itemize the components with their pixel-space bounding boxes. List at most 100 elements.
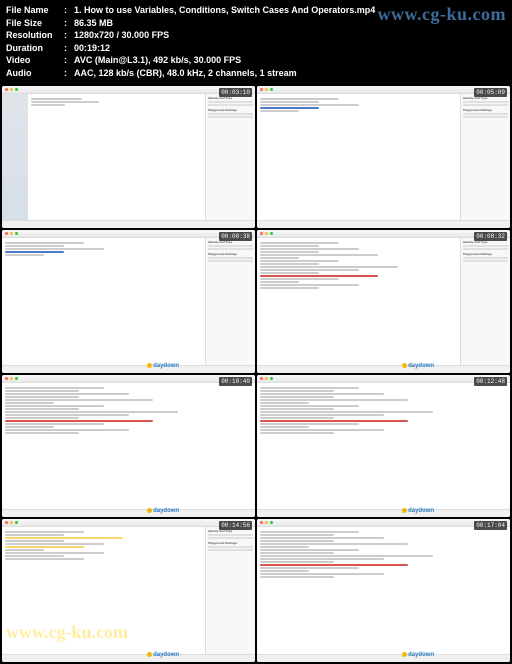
- window-titlebar: [257, 375, 510, 383]
- window-titlebar: [2, 86, 255, 94]
- window-body: [2, 383, 255, 510]
- resolution-value: 1280x720 / 30.000 FPS: [74, 29, 169, 42]
- thumbnail-1[interactable]: Identity and Type Playground Settings 00…: [2, 86, 255, 229]
- watermark-bottom: www.cg-ku.com: [6, 622, 128, 643]
- daydown-watermark: daydown: [147, 652, 179, 658]
- close-icon[interactable]: [260, 377, 263, 380]
- timestamp-badge: 00:17:04: [474, 521, 507, 530]
- daydown-watermark: daydown: [402, 652, 434, 658]
- inspector-panel: Identity and Type Playground Settings: [205, 94, 255, 221]
- navigator-sidebar: [2, 94, 28, 221]
- maximize-icon[interactable]: [15, 377, 18, 380]
- window-titlebar: [257, 86, 510, 94]
- minimize-icon[interactable]: [10, 88, 13, 91]
- thumbnail-2[interactable]: Identity and Type Playground Settings 00…: [257, 86, 510, 229]
- audio-value: AAC, 128 kb/s (CBR), 48.0 kHz, 2 channel…: [74, 67, 297, 80]
- filesize-label: File Size: [6, 17, 64, 30]
- window-body: Identity and Type Playground Settings: [257, 238, 510, 365]
- close-icon[interactable]: [5, 377, 8, 380]
- close-icon[interactable]: [260, 88, 263, 91]
- debug-console: [2, 509, 255, 517]
- minimize-icon[interactable]: [10, 232, 13, 235]
- minimize-icon[interactable]: [10, 521, 13, 524]
- timestamp-badge: 00:08:38: [219, 232, 252, 241]
- window-titlebar: [2, 519, 255, 527]
- close-icon[interactable]: [5, 521, 8, 524]
- traffic-lights: [5, 377, 18, 380]
- traffic-lights: [260, 377, 273, 380]
- maximize-icon[interactable]: [270, 521, 273, 524]
- duration-value: 00:19:12: [74, 42, 110, 55]
- timestamp-badge: 00:03:10: [219, 88, 252, 97]
- timestamp-badge: 00:10:40: [219, 377, 252, 386]
- editor-area: [257, 383, 510, 510]
- maximize-icon[interactable]: [15, 88, 18, 91]
- close-icon[interactable]: [260, 232, 263, 235]
- thumbnail-6[interactable]: 00:12:48 daydown: [257, 375, 510, 518]
- editor-area: [257, 238, 460, 365]
- audio-label: Audio: [6, 67, 64, 80]
- daydown-watermark: daydown: [402, 363, 434, 369]
- minimize-icon[interactable]: [265, 232, 268, 235]
- maximize-icon[interactable]: [15, 521, 18, 524]
- traffic-lights: [5, 232, 18, 235]
- watermark-top: www.cg-ku.com: [378, 2, 507, 27]
- minimize-icon[interactable]: [265, 521, 268, 524]
- debug-console: [257, 654, 510, 662]
- debug-console: [2, 654, 255, 662]
- editor-area: [2, 238, 205, 365]
- debug-console: [2, 220, 255, 228]
- window-body: Identity and Type Playground Settings: [2, 94, 255, 221]
- window-titlebar: [2, 375, 255, 383]
- timestamp-badge: 00:08:32: [474, 232, 507, 241]
- close-icon[interactable]: [5, 232, 8, 235]
- timestamp-badge: 00:12:48: [474, 377, 507, 386]
- editor-area: [28, 94, 205, 221]
- timestamp-badge: 00:14:56: [219, 521, 252, 530]
- maximize-icon[interactable]: [270, 232, 273, 235]
- thumbnail-3[interactable]: Identity and Type Playground Settings 00…: [2, 230, 255, 373]
- traffic-lights: [5, 521, 18, 524]
- window-body: Identity and Type Playground Settings: [2, 238, 255, 365]
- thumbnail-8[interactable]: 00:17:04 daydown: [257, 519, 510, 662]
- debug-console: [2, 365, 255, 373]
- inspector-panel: Identity and Type Playground Settings: [205, 238, 255, 365]
- close-icon[interactable]: [5, 88, 8, 91]
- window-titlebar: [257, 519, 510, 527]
- minimize-icon[interactable]: [10, 377, 13, 380]
- maximize-icon[interactable]: [270, 88, 273, 91]
- filename-label: File Name: [6, 4, 64, 17]
- minimize-icon[interactable]: [265, 88, 268, 91]
- traffic-lights: [5, 88, 18, 91]
- editor-area: [2, 383, 255, 510]
- video-value: AVC (Main@L3.1), 492 kb/s, 30.000 FPS: [74, 54, 241, 67]
- inspector-panel: Identity and Type Playground Settings: [460, 94, 510, 221]
- inspector-panel: Identity and Type Playground Settings: [460, 238, 510, 365]
- inspector-panel: Identity and Type Playground Settings: [205, 527, 255, 654]
- duration-label: Duration: [6, 42, 64, 55]
- debug-console: [257, 365, 510, 373]
- editor-area: [257, 94, 460, 221]
- thumbnail-grid: Identity and Type Playground Settings 00…: [0, 84, 512, 664]
- filesize-value: 86.35 MB: [74, 17, 113, 30]
- video-label: Video: [6, 54, 64, 67]
- daydown-watermark: daydown: [402, 508, 434, 514]
- thumbnail-4[interactable]: Identity and Type Playground Settings 00…: [257, 230, 510, 373]
- window-body: Identity and Type Playground Settings: [257, 94, 510, 221]
- timestamp-badge: 00:05:09: [474, 88, 507, 97]
- window-titlebar: [257, 230, 510, 238]
- debug-console: [257, 220, 510, 228]
- resolution-label: Resolution: [6, 29, 64, 42]
- traffic-lights: [260, 232, 273, 235]
- maximize-icon[interactable]: [270, 377, 273, 380]
- filename-value: 1. How to use Variables, Conditions, Swi…: [74, 4, 375, 17]
- close-icon[interactable]: [260, 521, 263, 524]
- editor-area: [257, 527, 510, 654]
- window-titlebar: [2, 230, 255, 238]
- window-body: [257, 527, 510, 654]
- maximize-icon[interactable]: [15, 232, 18, 235]
- daydown-watermark: daydown: [147, 508, 179, 514]
- minimize-icon[interactable]: [265, 377, 268, 380]
- video-info-header: File Name : 1. How to use Variables, Con…: [0, 0, 512, 84]
- thumbnail-5[interactable]: 00:10:40 daydown: [2, 375, 255, 518]
